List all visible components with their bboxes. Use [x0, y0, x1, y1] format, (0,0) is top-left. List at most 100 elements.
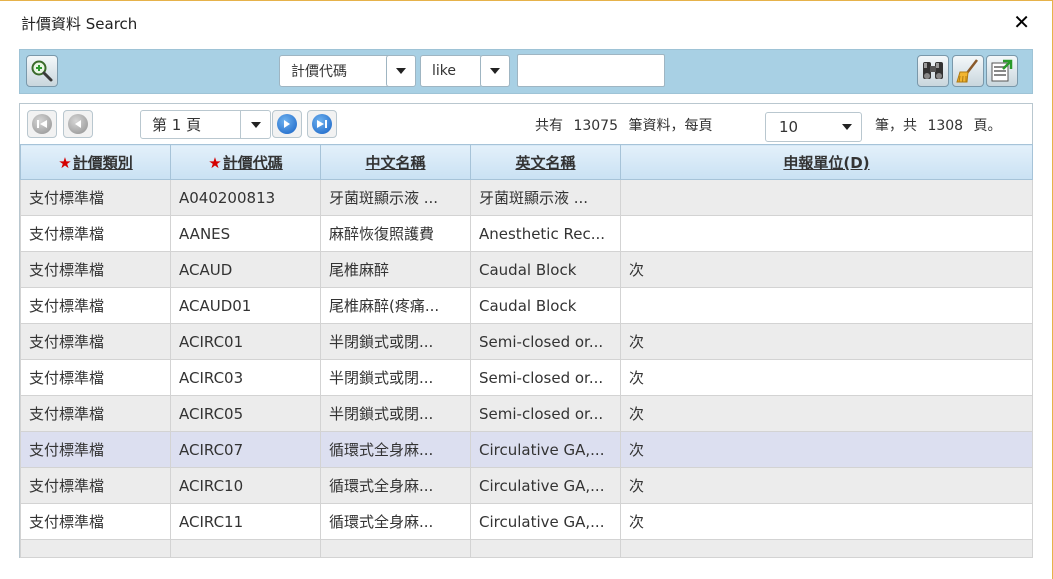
pages-prefix: 筆，共: [875, 118, 917, 134]
table-row[interactable]: 支付標準檔 ACIRC05 半閉鎖式或閉... Semi-closed or... 次: [20, 395, 1033, 432]
next-page-button[interactable]: [272, 110, 302, 138]
table-cell: ACIRC07: [170, 431, 321, 468]
column-header[interactable]: 申報單位(D): [620, 144, 1033, 180]
dialog-title: 計價資料 Search: [21, 15, 138, 33]
results-table: ★計價類別 ★計價代碼 中文名稱 英文名稱 申報單位(D) 支付標準檔 A04020081…: [20, 144, 1033, 558]
table-cell: [620, 215, 1033, 252]
required-star-icon: ★: [58, 153, 72, 172]
table-row[interactable]: 支付標準檔 AANES 麻醉恢復照護費 Anesthetic Rec...: [20, 215, 1033, 252]
title-bar: 計價資料 Search ✕: [0, 1, 1052, 45]
column-header-label: 計價類別: [72, 153, 133, 172]
table-cell: 牙菌斑顯示液 ...: [470, 179, 621, 216]
table-row[interactable]: 支付標準檔 ACIRC03 半閉鎖式或閉... Semi-closed or... 次: [20, 359, 1033, 396]
table-row[interactable]: 支付標準檔 ACAUD 尾椎麻醉 Caudal Block 次: [20, 251, 1033, 288]
table-cell: 尾椎麻醉(疼痛...: [320, 287, 471, 324]
table-row[interactable]: 支付標準檔 A040200813 牙菌斑顯示液 ... 牙菌斑顯示液 ...: [20, 179, 1033, 216]
prev-page-button[interactable]: [63, 110, 93, 138]
table-cell: Circulative GA,...: [470, 467, 621, 504]
table-cell: 次: [620, 431, 1033, 468]
page-count: 1308: [927, 118, 964, 134]
operator-select[interactable]: like: [420, 55, 482, 87]
table-cell: Anesthetic Rec...: [470, 215, 621, 252]
table-cell: 次: [620, 323, 1033, 360]
page-select[interactable]: 第 1 頁: [140, 110, 271, 139]
page-size-value: 10: [779, 118, 799, 136]
table-cell: 牙菌斑顯示液 ...: [320, 179, 471, 216]
table-cell: 半閉鎖式或閉...: [320, 359, 471, 396]
table-cell: 尾椎麻醉: [320, 251, 471, 288]
close-icon[interactable]: ✕: [1013, 11, 1030, 33]
total-count: 13075: [573, 118, 618, 134]
table-cell: Circulative GA,...: [470, 431, 621, 468]
first-page-icon: [32, 114, 52, 134]
chevron-down-icon: [490, 68, 500, 74]
chevron-down-icon[interactable]: [240, 111, 270, 138]
search-add-icon[interactable]: [26, 55, 58, 87]
empty-cell: [170, 539, 321, 558]
table-cell: Caudal Block: [470, 251, 621, 288]
table-cell: 支付標準檔: [20, 395, 171, 432]
table-cell: ACAUD01: [170, 287, 321, 324]
table-cell: Caudal Block: [470, 287, 621, 324]
pages-suffix: 頁。: [973, 118, 1002, 134]
table-row[interactable]: 支付標準檔 ACAUD01 尾椎麻醉(疼痛... Caudal Block: [20, 287, 1033, 324]
pager-total-info: 共有 13075 筆資料，每頁: [535, 115, 712, 135]
table-cell: 次: [620, 359, 1033, 396]
table-row[interactable]: 支付標準檔 ACIRC01 半閉鎖式或閉... Semi-closed or... 次: [20, 323, 1033, 360]
column-header-label: 英文名稱: [515, 153, 576, 172]
field-select[interactable]: 計價代碼: [279, 55, 391, 87]
pager-pages-info: 筆，共 1308 頁。: [875, 115, 1002, 135]
search-value-input[interactable]: [517, 54, 665, 87]
table-cell: 次: [620, 467, 1033, 504]
table-row[interactable]: 支付標準檔 ACIRC11 循環式全身麻... Circulative GA,... 次: [20, 503, 1033, 540]
pager: 第 1 頁 共有 13075 筆資料，每頁 10 筆，共 1308 頁。: [20, 104, 1032, 144]
table-cell: 支付標準檔: [20, 251, 171, 288]
empty-cell: [620, 539, 1033, 558]
chevron-down-icon[interactable]: [833, 113, 861, 141]
column-header[interactable]: 英文名稱: [470, 144, 621, 180]
table-cell: 支付標準檔: [20, 359, 171, 396]
last-page-button[interactable]: [307, 110, 337, 138]
table-row[interactable]: 支付標準檔 ACIRC10 循環式全身麻... Circulative GA,... 次: [20, 467, 1033, 504]
table-cell: 半閉鎖式或閉...: [320, 323, 471, 360]
table-cell: 次: [620, 395, 1033, 432]
table-cell: Semi-closed or...: [470, 395, 621, 432]
table-cell: 支付標準檔: [20, 431, 171, 468]
table-cell: [620, 179, 1033, 216]
table-cell: AANES: [170, 215, 321, 252]
table-cell: ACIRC11: [170, 503, 321, 540]
column-header[interactable]: ★計價類別: [20, 144, 171, 180]
table-cell: [620, 287, 1033, 324]
first-page-button[interactable]: [27, 110, 57, 138]
export-icon[interactable]: [986, 55, 1018, 87]
empty-cell: [320, 539, 471, 558]
table-cell: ACIRC05: [170, 395, 321, 432]
page-size-select[interactable]: 10: [765, 112, 862, 142]
table-header-row: ★計價類別 ★計價代碼 中文名稱 英文名稱 申報單位(D): [20, 144, 1033, 180]
table-cell: 次: [620, 251, 1033, 288]
column-header[interactable]: ★計價代碼: [170, 144, 321, 180]
binoculars-icon[interactable]: [917, 55, 949, 87]
table-cell: 循環式全身麻...: [320, 503, 471, 540]
chevron-down-icon: [396, 68, 406, 74]
table-cell: 半閉鎖式或閉...: [320, 395, 471, 432]
empty-row: [20, 539, 1033, 558]
broom-icon[interactable]: [952, 55, 984, 87]
empty-cell: [470, 539, 621, 558]
table-cell: 循環式全身麻...: [320, 431, 471, 468]
table-row[interactable]: 支付標準檔 ACIRC07 循環式全身麻... Circulative GA,... 次: [20, 431, 1033, 468]
operator-select-dropdown[interactable]: [480, 55, 510, 87]
prev-page-icon: [68, 114, 88, 134]
field-select-dropdown[interactable]: [386, 55, 416, 87]
column-header-label: 申報單位(D): [783, 153, 870, 172]
required-star-icon: ★: [208, 153, 222, 172]
column-header[interactable]: 中文名稱: [320, 144, 471, 180]
table-cell: 支付標準檔: [20, 179, 171, 216]
total-prefix: 共有: [535, 118, 563, 134]
page-select-label: 第 1 頁: [152, 116, 202, 134]
table-cell: 支付標準檔: [20, 287, 171, 324]
table-cell: Circulative GA,...: [470, 503, 621, 540]
table-cell: Semi-closed or...: [470, 359, 621, 396]
next-page-icon: [277, 114, 297, 134]
table-cell: 支付標準檔: [20, 503, 171, 540]
